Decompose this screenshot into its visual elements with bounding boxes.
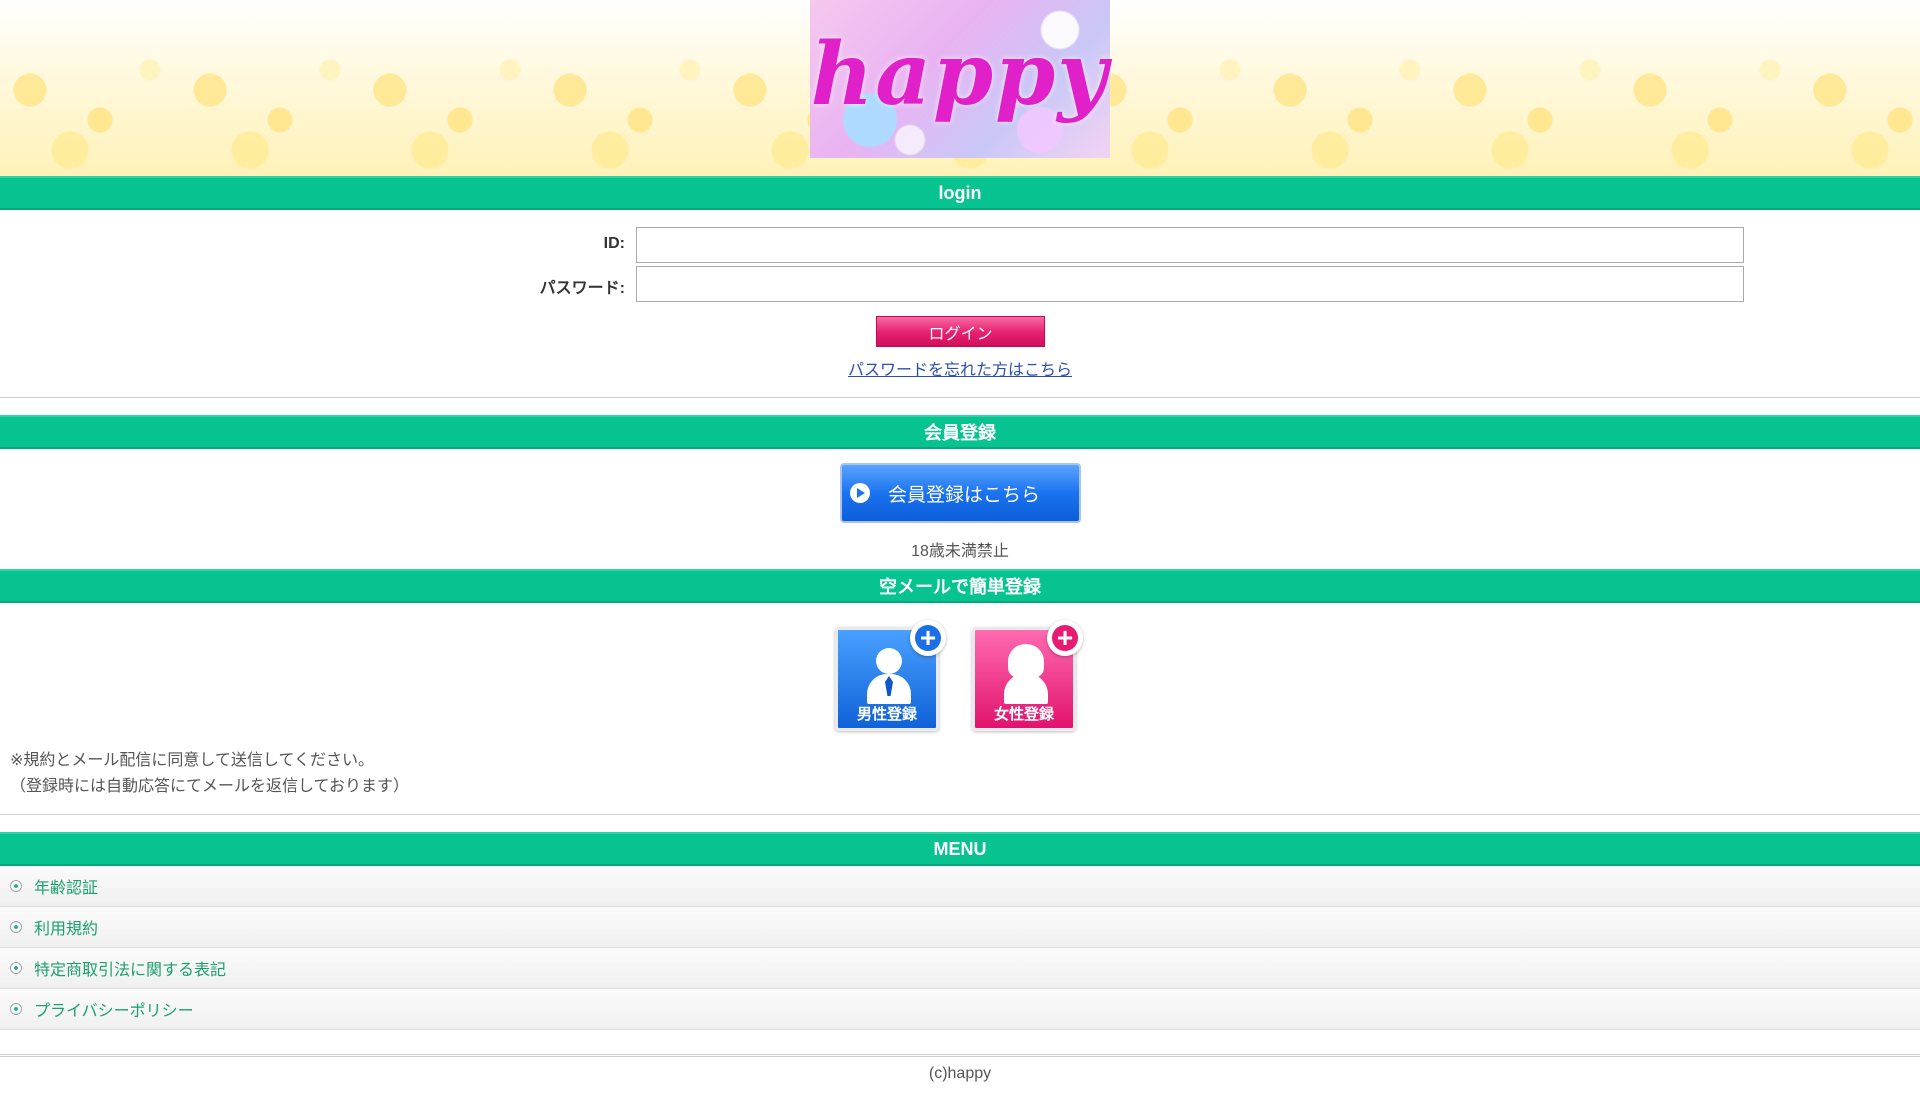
menu-item-label: 特定商取引法に関する表記 xyxy=(34,962,227,979)
member-register-button[interactable]: 会員登録はこちら xyxy=(840,463,1081,523)
age-restriction-note: 18歳未満禁止 xyxy=(911,543,1009,560)
bullet-icon xyxy=(10,962,22,974)
password-row: パスワード: xyxy=(0,266,1920,302)
menu-item-terms[interactable]: 利用規約 xyxy=(0,907,1920,948)
play-circle-icon xyxy=(850,483,870,503)
forgot-password-link: パスワードを忘れた方はこちら xyxy=(0,356,1920,380)
menu-item-label: 年齢認証 xyxy=(34,880,99,897)
menu-item-age-verification[interactable]: 年齢認証 xyxy=(0,866,1920,907)
female-person-icon xyxy=(1008,644,1044,678)
id-input[interactable] xyxy=(636,227,1744,263)
member-section: 会員登録はこちら 18歳未満禁止 xyxy=(0,449,1920,569)
footer-copyright: (c)happy xyxy=(0,1054,1920,1083)
bullet-icon xyxy=(10,880,22,892)
id-label: ID: xyxy=(603,235,625,252)
female-register-button[interactable]: + 女性登録 xyxy=(972,620,1083,731)
forgot-password-link-text[interactable]: パスワードを忘れた方はこちら xyxy=(848,362,1072,379)
login-form: ID: パスワード: ログイン パスワードを忘れた方はこちら xyxy=(0,210,1920,398)
plus-icon: + xyxy=(910,620,946,656)
plus-icon: + xyxy=(1047,620,1083,656)
login-section-title: login xyxy=(0,176,1920,210)
male-register-button[interactable]: + 男性登録 xyxy=(835,620,946,731)
male-register-label: 男性登録 xyxy=(856,706,917,723)
id-row: ID: xyxy=(0,227,1920,263)
member-section-title: 会員登録 xyxy=(0,415,1920,449)
menu-item-commerce-law[interactable]: 特定商取引法に関する表記 xyxy=(0,948,1920,989)
mail-register-section: + 男性登録 + 女性登録 ※規約とメール配信に同意して送信してください。 （登… xyxy=(0,603,1920,815)
mail-register-note: ※規約とメール配信に同意して送信してください。 （登録時には自動応答にてメールを… xyxy=(10,748,409,800)
note-line-2: （登録時には自動応答にてメールを返信しております） xyxy=(10,778,410,795)
member-register-label: 会員登録はこちら xyxy=(888,484,1041,506)
menu-list: 年齢認証 利用規約 特定商取引法に関する表記 プライバシーポリシー xyxy=(0,866,1920,1030)
menu-item-privacy[interactable]: プライバシーポリシー xyxy=(0,989,1920,1030)
male-person-icon xyxy=(876,648,902,674)
note-line-1: ※規約とメール配信に同意して送信してください。 xyxy=(10,752,374,769)
site-logo[interactable]: happy xyxy=(810,0,1110,158)
menu-item-label: 利用規約 xyxy=(34,921,99,938)
header: happy xyxy=(0,0,1920,176)
female-register-label: 女性登録 xyxy=(993,706,1054,723)
bullet-icon xyxy=(10,1003,22,1015)
bullet-icon xyxy=(10,921,22,933)
logo-text: happy xyxy=(810,23,1110,125)
mail-register-section-title: 空メールで簡単登録 xyxy=(0,569,1920,603)
menu-section-title: MENU xyxy=(0,832,1920,866)
menu-item-label: プライバシーポリシー xyxy=(34,1003,194,1020)
password-label: パスワード: xyxy=(539,280,625,297)
login-button[interactable]: ログイン xyxy=(876,316,1045,347)
password-input[interactable] xyxy=(636,266,1744,302)
female-person-body xyxy=(1004,674,1048,704)
